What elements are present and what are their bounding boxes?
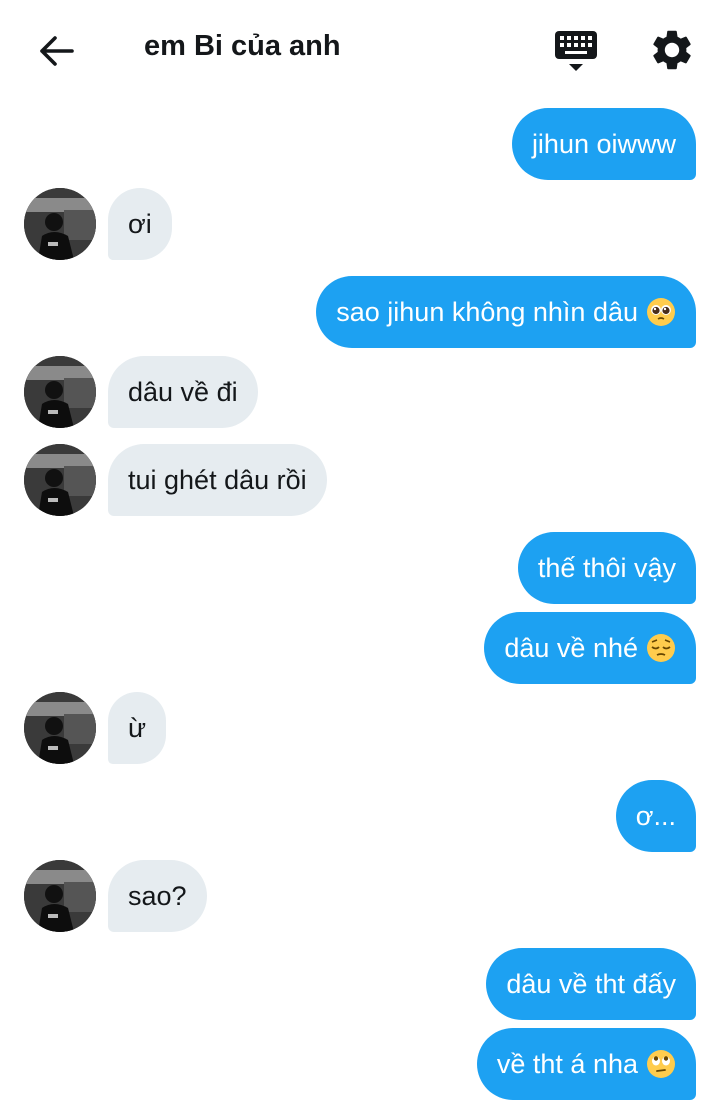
sent-message-bubble[interactable]: về tht á nha	[476, 1028, 696, 1100]
contact-avatar[interactable]	[24, 692, 96, 764]
received-message-bubble[interactable]: ơi	[108, 188, 172, 260]
message-list: jihun oiwww ơi sao jihun không nhìn dâu	[0, 0, 720, 1101]
message-text: dâu về nhé	[504, 632, 638, 663]
contact-avatar[interactable]	[24, 356, 96, 428]
message-text: jihun oiwww	[531, 128, 676, 159]
message-text: ơ...	[635, 800, 676, 831]
message-text: sao?	[128, 880, 187, 911]
message-text: dâu về đi	[128, 376, 238, 407]
sent-message-bubble[interactable]: thế thôi vậy	[517, 532, 696, 604]
received-message-bubble[interactable]: tui ghét dâu rồi	[108, 444, 327, 516]
message-text: sao jihun không nhìn dâu	[336, 296, 638, 327]
eye-roll-face-emoji	[647, 1050, 675, 1078]
sent-message-bubble[interactable]: jihun oiwww	[511, 108, 696, 180]
contact-avatar[interactable]	[24, 860, 96, 932]
pensive-face-emoji	[647, 634, 675, 662]
sent-message-bubble[interactable]: sao jihun không nhìn dâu	[316, 276, 696, 348]
received-message-bubble[interactable]: dâu về đi	[108, 356, 258, 428]
message-text: tui ghét dâu rồi	[128, 464, 307, 495]
message-text: ừ	[128, 712, 147, 743]
pleading-face-emoji	[647, 298, 675, 326]
sent-message-bubble[interactable]: dâu về tht đấy	[486, 948, 696, 1020]
contact-avatar[interactable]	[24, 444, 96, 516]
message-text: thế thôi vậy	[537, 552, 676, 583]
received-message-bubble[interactable]: sao?	[108, 860, 207, 932]
received-message-bubble[interactable]: ừ	[108, 692, 167, 764]
message-text: ơi	[128, 208, 152, 239]
sent-message-bubble[interactable]: ơ...	[615, 780, 696, 852]
message-text: dâu về tht đấy	[506, 968, 676, 999]
sent-message-bubble[interactable]: dâu về nhé	[484, 612, 696, 684]
contact-avatar[interactable]	[24, 188, 96, 260]
message-text: về tht á nha	[496, 1048, 638, 1079]
